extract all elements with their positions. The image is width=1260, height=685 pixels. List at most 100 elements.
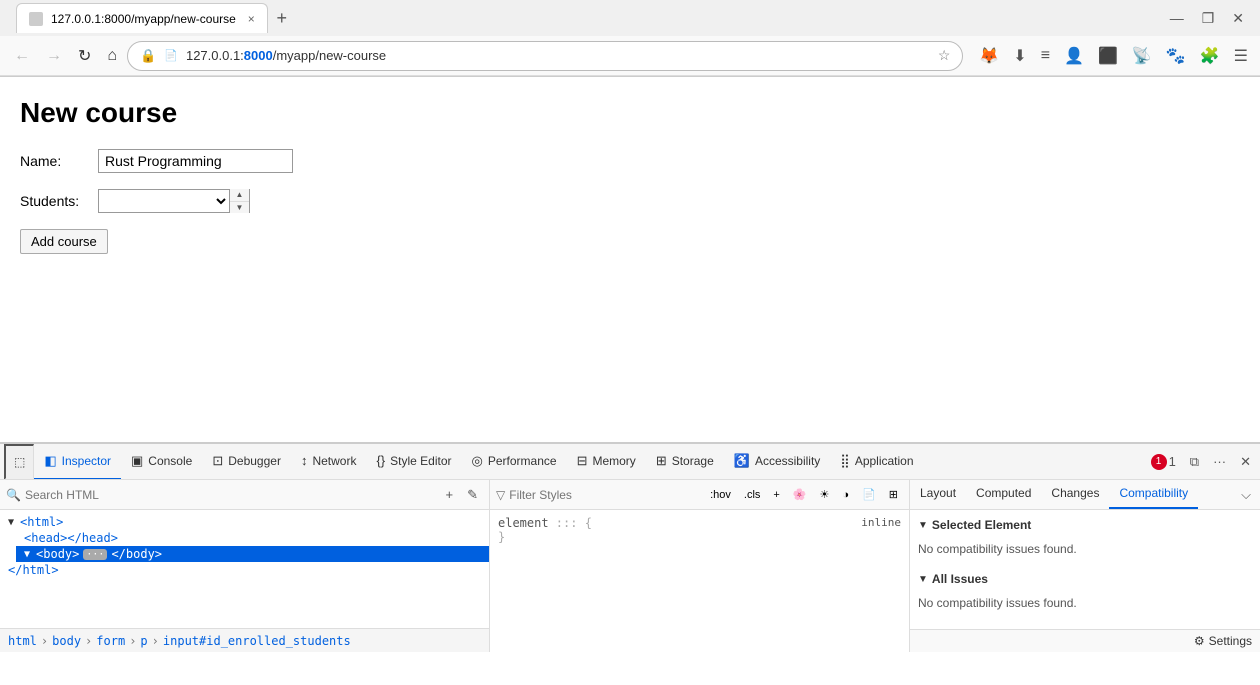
home-button[interactable]: ⌂ [101,43,123,69]
add-style-button[interactable]: + [768,486,784,503]
styles-panel: ▽ :hov .cls + 🌸 ☀ ◑ 📄 ⊞ element ::: { in… [490,480,910,652]
spinner-down[interactable]: ▼ [230,202,249,214]
settings-button[interactable]: ⚙ Settings [1194,634,1252,648]
html-line-body[interactable]: ▼ <body> ··· </body> [16,546,489,562]
storage-icon: ⊞ [656,453,667,469]
hov-button[interactable]: :hov [705,486,736,503]
selected-element-label: Selected Element [932,518,1031,532]
add-course-button[interactable]: Add course [20,229,108,254]
html-search-bar: 🔍 + ✎ [0,480,489,510]
devtools-tab-style-editor[interactable]: {} Style Editor [366,444,461,480]
light-bulb-button[interactable]: 🌸 [788,486,812,503]
address-bar[interactable]: 🔒 📄 127.0.0.1:8000/myapp/new-course ☆ [127,41,963,71]
close-button[interactable]: ✕ [1224,6,1252,31]
print-button[interactable]: 📄 [857,486,881,503]
devtools-tab-application[interactable]: ⣿ Application [830,444,923,480]
synced-tabs-icon[interactable]: ≡ [1037,43,1054,69]
error-button[interactable]: 1 1 [1146,451,1181,473]
forward-button[interactable]: → [40,43,68,69]
breadcrumb-p[interactable]: p [140,634,147,648]
html-tag-body-close: </body> [111,547,162,561]
profile-icon[interactable]: 🐾 [1162,42,1190,70]
selected-element-section: ▼ Selected Element No compatibility issu… [918,518,1252,560]
devtools-tab-network[interactable]: ↕ Network [291,444,367,480]
accessibility-label: Accessibility [755,454,820,468]
name-label: Name: [20,153,90,169]
html-line-html-close[interactable]: </html> [0,562,489,578]
changes-tab[interactable]: Changes [1041,480,1109,509]
security-icon: 🔒 [140,48,156,64]
breadcrumb-input[interactable]: input#id_enrolled_students [163,634,351,648]
devtools-pick-element[interactable]: ⬚ [4,444,34,480]
pocket-icon[interactable]: 🦊 [975,42,1003,70]
download-icon[interactable]: ⬇ [1009,42,1030,70]
rss-icon[interactable]: 📡 [1128,42,1156,70]
sun-button[interactable]: ☀ [815,486,835,503]
new-tab-button[interactable]: + [268,4,296,32]
console-label: Console [148,454,192,468]
bookmark-icon[interactable]: ☆ [938,47,951,64]
compat-content: ▼ Selected Element No compatibility issu… [910,510,1260,629]
html-line-head[interactable]: <head></head> [16,530,489,546]
restore-button[interactable]: ❐ [1194,6,1223,31]
devtools-tab-accessibility[interactable]: ♿ Accessibility [724,444,831,480]
layout-tab[interactable]: Layout [910,480,966,509]
close-devtools-button[interactable]: ✕ [1235,451,1256,473]
layout-button[interactable]: ⊞ [884,486,903,503]
html-tree: ▼ <html> <head></head> ▼ <body> ··· </bo… [0,510,489,628]
element-style-rule: element ::: { inline } [498,516,901,544]
html-line-html-open[interactable]: ▼ <html> [0,514,489,530]
html-search-input[interactable] [25,488,437,502]
responsive-design-icon[interactable]: ⧉ [1185,451,1204,473]
styles-closing-brace: } [498,530,901,544]
devtools-tab-storage[interactable]: ⊞ Storage [646,444,724,480]
minimize-button[interactable]: — [1162,6,1192,30]
account-icon[interactable]: 👤 [1060,42,1088,70]
devtools-tab-inspector[interactable]: ◧ Inspector [34,444,121,480]
students-spinner: ▲ ▼ [229,189,249,213]
search-icon: 🔍 [6,488,21,502]
compat-more-button[interactable]: ⌵ [1236,484,1256,506]
address-icon: 📄 [164,49,178,62]
all-issues-title[interactable]: ▼ All Issues [918,572,1252,586]
back-button[interactable]: ← [8,43,36,69]
devtools-tab-memory[interactable]: ⊟ Memory [567,444,646,480]
navigation-bar: ← → ↻ ⌂ 🔒 📄 127.0.0.1:8000/myapp/new-cou… [0,36,1260,76]
devtools-tab-console[interactable]: ▣ Console [121,444,202,480]
styles-filter-bar: ▽ :hov .cls + 🌸 ☀ ◑ 📄 ⊞ [490,480,909,510]
application-label: Application [855,454,914,468]
spinner-up[interactable]: ▲ [230,189,249,202]
compatibility-panel: Layout Computed Changes Compatibility ⌵ … [910,480,1260,652]
more-tools-icon[interactable]: ··· [1208,451,1231,472]
tab-close-button[interactable]: × [248,12,255,26]
browser-action-icons: 🦊 ⬇ ≡ 👤 ⬛ 📡 🐾 🧩 ☰ [975,42,1252,70]
cls-button[interactable]: .cls [739,486,766,503]
address-text[interactable]: 127.0.0.1:8000/myapp/new-course [186,48,930,63]
selected-element-title[interactable]: ▼ Selected Element [918,518,1252,532]
students-select[interactable] [99,190,229,212]
devtools-tab-performance[interactable]: ◎ Performance [462,444,567,480]
html-body-badge: ··· [83,549,107,560]
active-tab[interactable]: 127.0.0.1:8000/myapp/new-course × [16,3,268,33]
html-inspector-panel: 🔍 + ✎ ▼ <html> <head></head> ▼ <body> [0,480,490,652]
container-icon[interactable]: ⬛ [1094,42,1122,70]
breadcrumb-html[interactable]: html [8,634,37,648]
reload-button[interactable]: ↻ [72,42,97,70]
moon-button[interactable]: ◑ [837,486,854,503]
compatibility-tab[interactable]: Compatibility [1109,480,1198,509]
name-input[interactable] [98,149,293,173]
breadcrumb-body[interactable]: body [52,634,81,648]
menu-icon[interactable]: ☰ [1230,42,1252,70]
pick-node-button[interactable]: ✎ [462,484,483,506]
window-controls: — ❐ ✕ [1162,6,1252,31]
settings-bar: ⚙ Settings [910,629,1260,652]
extensions-icon[interactable]: 🧩 [1196,42,1224,70]
add-node-button[interactable]: + [441,484,459,506]
browser-chrome: 127.0.0.1:8000/myapp/new-course × + — ❐ … [0,0,1260,77]
accessibility-icon: ♿ [734,453,750,469]
styles-filter-input[interactable] [509,488,701,502]
devtools-tab-debugger[interactable]: ⊡ Debugger [202,444,291,480]
computed-tab[interactable]: Computed [966,480,1041,509]
settings-label: Settings [1209,634,1252,648]
breadcrumb-form[interactable]: form [96,634,125,648]
